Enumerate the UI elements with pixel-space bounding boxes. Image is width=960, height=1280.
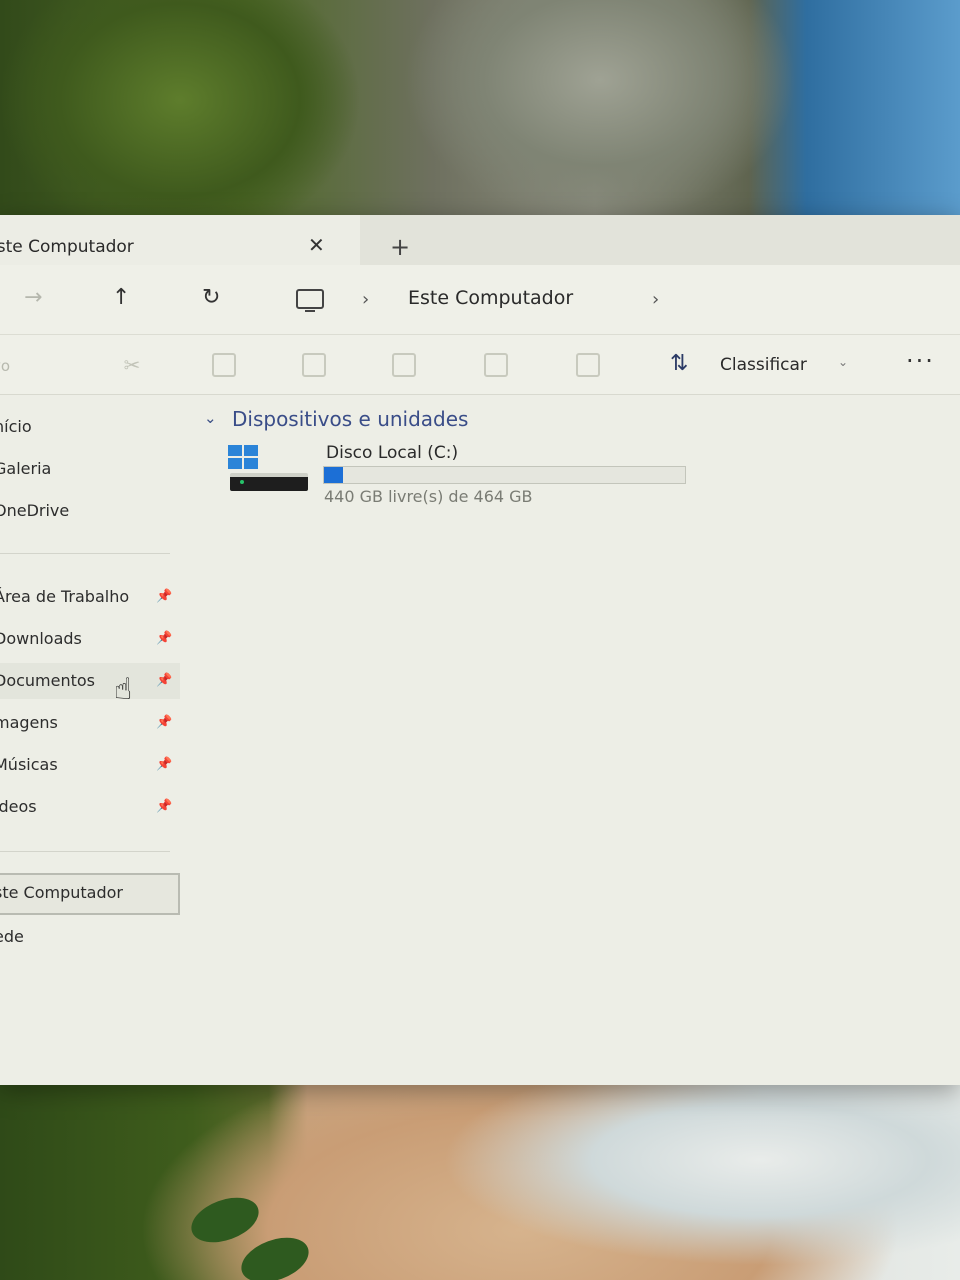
sidebar-item-label: Músicas xyxy=(0,755,58,774)
desktop-wallpaper-top xyxy=(0,0,960,230)
tab-este-computador[interactable]: Este Computador ✕ xyxy=(0,215,360,265)
drive-c-usage-bar xyxy=(323,466,686,484)
pin-icon: 📌 xyxy=(156,757,173,772)
sort-button[interactable]: Classificar xyxy=(720,355,807,375)
share-icon[interactable] xyxy=(484,353,508,377)
breadcrumb-separator: › xyxy=(362,289,370,310)
refresh-icon[interactable]: ↻ xyxy=(202,285,220,310)
sidebar-item-musicas[interactable]: Músicas 📌 xyxy=(0,747,180,783)
breadcrumb-este-computador[interactable]: Este Computador xyxy=(408,287,573,309)
sidebar-item-este-computador[interactable]: ste Computador xyxy=(0,873,180,915)
sidebar-item-videos[interactable]: ídeos 📌 xyxy=(0,789,180,825)
pin-icon: 📌 xyxy=(156,673,173,688)
close-tab-icon[interactable]: ✕ xyxy=(308,233,325,257)
sidebar-item-label: Galeria xyxy=(0,459,52,478)
hand-cursor-icon: ☝ xyxy=(114,672,133,707)
navigation-pane: nício Galeria OneDrive Área de Trabalho … xyxy=(0,395,190,1085)
group-title-dispositivos[interactable]: Dispositivos e unidades xyxy=(232,407,468,431)
leaf xyxy=(235,1229,315,1280)
sidebar-divider xyxy=(0,851,170,852)
sidebar-item-label: Downloads xyxy=(0,629,82,648)
cut-icon[interactable]: ✂ xyxy=(120,353,144,377)
sidebar-item-label: OneDrive xyxy=(0,501,70,520)
tab-bar: Este Computador ✕ + xyxy=(0,215,960,265)
paste-icon[interactable] xyxy=(302,353,326,377)
hard-drive-icon xyxy=(230,473,308,491)
breadcrumb-expand-icon[interactable]: › xyxy=(652,289,659,310)
new-button[interactable]: vo xyxy=(0,357,10,375)
pin-icon: 📌 xyxy=(156,589,173,604)
forward-arrow-icon[interactable]: → xyxy=(24,285,42,310)
pin-icon: 📌 xyxy=(156,799,173,814)
sidebar-item-inicio[interactable]: nício xyxy=(0,409,180,445)
chevron-down-icon[interactable]: ⌄ xyxy=(838,355,848,369)
sidebar-item-label: magens xyxy=(0,713,58,732)
sidebar-item-label: ede xyxy=(0,927,24,946)
computer-icon[interactable] xyxy=(296,289,324,312)
sidebar-item-label: ídeos xyxy=(0,797,37,816)
delete-icon[interactable] xyxy=(576,353,600,377)
windows-logo-icon xyxy=(228,445,260,471)
drive-c-free-space: 440 GB livre(s) de 464 GB xyxy=(324,487,533,506)
pin-icon: 📌 xyxy=(156,631,173,646)
drive-c-name[interactable]: Disco Local (C:) xyxy=(326,443,458,463)
drive-c-icon[interactable] xyxy=(228,445,312,495)
sidebar-item-onedrive[interactable]: OneDrive xyxy=(0,493,180,529)
navigation-bar: → ↑ ↻ › Este Computador › xyxy=(0,265,960,335)
sidebar-divider xyxy=(0,553,170,554)
sidebar-item-galeria[interactable]: Galeria xyxy=(0,451,180,487)
sidebar-item-label: Área de Trabalho xyxy=(0,587,130,606)
sidebar-item-label: ste Computador xyxy=(0,883,123,902)
pin-icon: 📌 xyxy=(156,715,173,730)
leaf xyxy=(185,1189,265,1251)
sidebar-item-label: nício xyxy=(0,417,32,436)
file-explorer-window: Este Computador ✕ + → ↑ ↻ › Este Computa… xyxy=(0,215,960,1085)
copy-icon[interactable] xyxy=(212,353,236,377)
sidebar-item-area-de-trabalho[interactable]: Área de Trabalho 📌 xyxy=(0,579,180,615)
sidebar-item-rede[interactable]: ede xyxy=(0,919,180,955)
more-options-icon[interactable]: ··· xyxy=(906,347,935,375)
sidebar-item-downloads[interactable]: Downloads 📌 xyxy=(0,621,180,657)
sidebar-item-documentos[interactable]: Documentos 📌 xyxy=(0,663,180,699)
sidebar-item-imagens[interactable]: magens 📌 xyxy=(0,705,180,741)
sort-icon[interactable]: ⇅ xyxy=(670,351,688,376)
collapse-group-icon[interactable]: ⌄ xyxy=(204,409,217,427)
new-tab-icon[interactable]: + xyxy=(390,233,410,261)
rename-icon[interactable] xyxy=(392,353,416,377)
drive-c-usage-fill xyxy=(324,467,343,483)
command-bar: vo ✂ ⇅ Classificar ⌄ ··· xyxy=(0,335,960,395)
tab-title: Este Computador xyxy=(0,237,134,257)
up-arrow-icon[interactable]: ↑ xyxy=(112,285,130,310)
